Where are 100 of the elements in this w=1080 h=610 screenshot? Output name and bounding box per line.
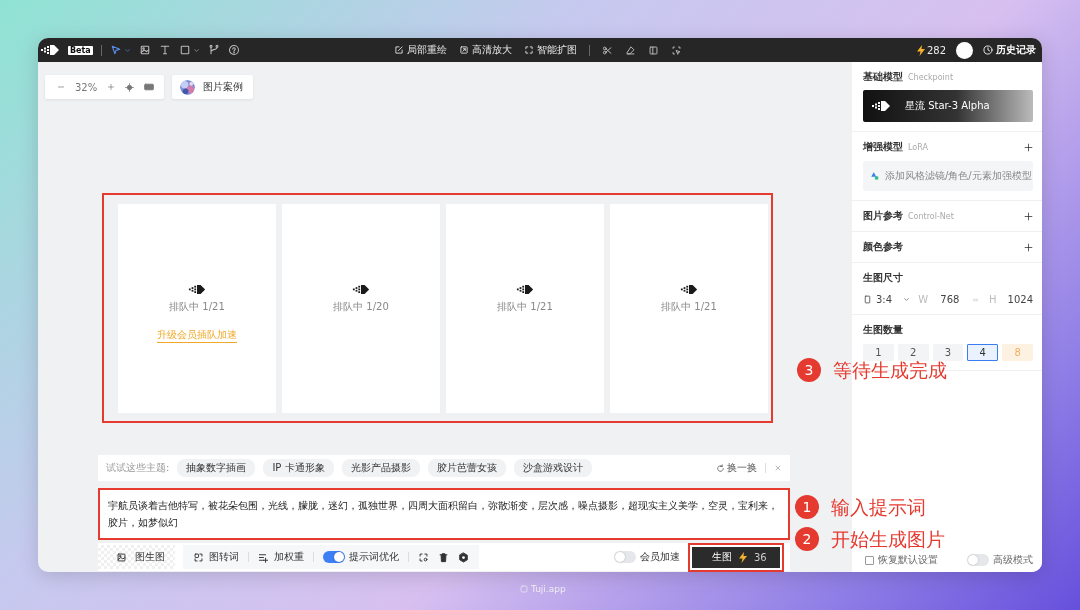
toggle-switch[interactable] [323,551,345,563]
section-subtitle: LoRA [908,142,928,152]
aspect-ratio[interactable]: 3:4 [876,294,893,305]
prompt-field[interactable]: 宇航员谈着吉他特写，被花朵包围，光线，朦胧，迷幻，孤独世界，四周大面积留白，弥散渐变，层次感，噪点摄影，超现实主义美学，空灵，宝利来，胶片，如梦似幻 [98,488,790,540]
logo-icon [871,100,891,112]
toggle-label: 高级模式 [993,553,1033,567]
step-label: 开始生成图片 [831,528,945,550]
logo-icon [40,44,60,56]
step-label: 输入提示词 [831,496,926,518]
queue-status: 排队中 1/20 [333,299,389,314]
scissors-icon [602,44,613,56]
upscale-icon [459,45,469,55]
pointer-tool[interactable] [109,44,131,56]
section-title: 增强模型 [863,140,903,154]
caret-icon [903,296,911,303]
theme-chip[interactable]: IP 卡通形象 [263,459,334,477]
logo-icon [680,284,698,295]
caret-icon [123,46,131,54]
beta-badge: Beta [68,45,93,55]
split-panel-tool[interactable] [648,44,659,56]
keyboard-icon [144,82,155,92]
logo-icon [516,284,534,295]
branch-tool[interactable] [207,44,220,56]
checkbox[interactable] [865,555,874,565]
plus-icon [1024,242,1033,252]
queue-status: 排队中 1/21 [169,299,225,314]
step-label: 等待生成完成 [833,359,947,381]
theme-chip[interactable]: 沙盒游戏设计 [513,459,592,477]
toggle-label: 提示词优化 [349,550,399,564]
avatar[interactable] [956,41,973,59]
width-label: W [918,294,929,305]
list-plus-icon [258,551,269,563]
image-to-image-button[interactable]: 图生图 [98,545,175,569]
width-value[interactable]: 768 [940,294,960,305]
count-option[interactable]: 2 [897,344,929,361]
section-title: 颜色参考 [863,240,903,254]
scissors-tool[interactable] [602,44,613,56]
lightning-icon [739,551,747,563]
count-option[interactable]: 4 [967,344,999,361]
split-panel-icon [648,44,659,56]
caption: Tuji.app [531,584,566,594]
caret-icon [192,46,200,54]
text-tool[interactable] [158,44,171,56]
settings-icon [458,551,469,563]
clock-icon [983,45,993,55]
credits-counter: 282 [916,44,946,56]
eraser-icon [625,44,636,56]
section-title: 生图尺寸 [863,271,903,285]
logo-icon [352,284,370,295]
count-option[interactable]: 1 [863,344,894,361]
image-tool[interactable] [138,44,151,56]
height-label: H [988,294,997,305]
queue-status: 排队中 1/21 [497,299,553,314]
target-icon [125,82,135,92]
toggle-label: 会员加速 [640,550,680,564]
logo-icon [188,284,206,295]
toolbar-button[interactable]: 高清放大 [459,43,512,57]
toggle-switch[interactable] [614,551,636,563]
select-area-icon [671,44,682,56]
theme-chip[interactable]: 胶片芭蕾女孩 [427,459,506,477]
section-title: 生图数量 [863,323,903,337]
shapes-icon [870,171,880,181]
image-icon [116,551,127,563]
help-tool[interactable] [227,44,240,56]
prompt-tool-button[interactable]: 加权重 [258,550,304,564]
history-button[interactable]: 历史记录 [983,43,1036,57]
height-value[interactable]: 1024 [1007,294,1033,305]
help-icon [227,44,240,56]
prompt-tool-button[interactable]: 图转词 [193,550,239,564]
zoom-level: 32% [75,81,98,93]
plus-icon [1024,142,1033,152]
brush-frame-icon [394,45,404,55]
section-title: 图片参考 [863,209,903,223]
add-lora-button[interactable]: 添加风格滤镜/角色/元素加强模型 [863,161,1033,191]
queue-status: 排队中 1/21 [661,299,717,314]
count-option[interactable]: 3 [932,344,964,361]
reset-link[interactable]: 恢复默认设置 [878,553,938,567]
image-scan-icon [193,551,204,563]
section-subtitle: Control-Net [908,211,954,221]
toggle-switch[interactable] [967,554,989,566]
refresh-button[interactable]: 换一换 [716,461,757,475]
square-tool[interactable] [178,44,200,56]
toolbar-button[interactable]: 智能扩图 [524,43,577,57]
examples-button[interactable]: 图片案例 [172,75,254,99]
plus-icon [1024,211,1033,221]
theme-chip[interactable]: 光影产品摄影 [341,459,420,477]
expand-icon [524,45,534,55]
toolbar-button[interactable]: 局部重绘 [394,43,447,57]
select-area-tool[interactable] [671,44,682,56]
eraser-tool[interactable] [625,44,636,56]
generate-button[interactable]: 生图 36 [692,546,780,568]
pointer-icon [109,44,122,56]
theme-chip[interactable]: 抽象数字插画 [177,459,256,477]
section-subtitle: Checkpoint [908,72,953,82]
model-card[interactable]: 星流 Star-3 Alpha [863,90,1033,122]
scan-icon [418,551,429,563]
image-icon [138,44,151,56]
minus-icon [57,83,65,91]
plus-icon [107,83,116,91]
section-title: 基础模型 [863,70,903,84]
